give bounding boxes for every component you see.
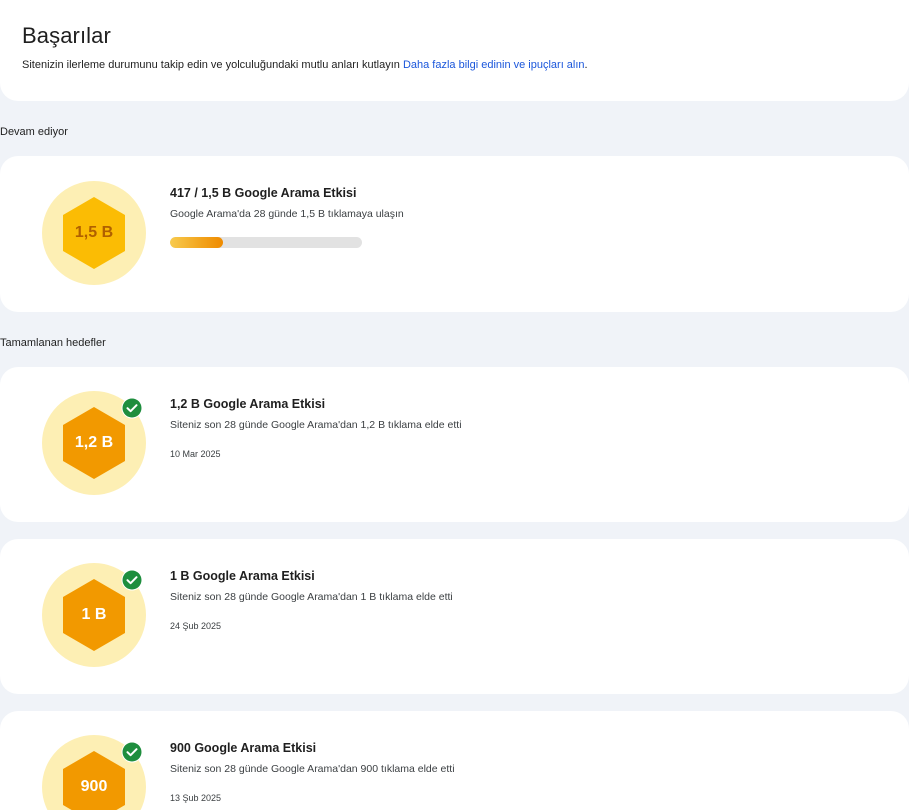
achievement-description: Google Arama'da 28 günde 1,5 B tıklamaya…	[170, 208, 404, 220]
achievement-title: 1,2 B Google Arama Etkisi	[170, 397, 326, 411]
achievement-description: Siteniz son 28 günde Google Arama'dan 90…	[170, 763, 455, 775]
achievement-card: 1 B 1 B Google Arama Etkisi Siteniz son …	[0, 539, 909, 694]
badge-label: 1,5 B	[74, 224, 114, 241]
achievement-date: 10 Mar 2025	[170, 449, 221, 459]
progress-bar-fill	[170, 237, 224, 248]
achievement-date: 24 Şub 2025	[170, 621, 222, 631]
section-label-completed: Tamamlanan hedefler	[0, 337, 106, 349]
subtitle-text: Sitenizin ilerleme durumunu takip edin v…	[22, 59, 403, 71]
achievement-card: 900 900 Google Arama Etkisi Siteniz son …	[0, 711, 909, 810]
achievement-title: 900 Google Arama Etkisi	[170, 741, 317, 755]
section-label-in-progress: Devam ediyor	[0, 126, 68, 138]
achievement-title: 1 B Google Arama Etkisi	[170, 569, 315, 583]
check-circle-icon	[121, 569, 143, 591]
achievement-date: 13 Şub 2025	[170, 793, 222, 803]
progress-bar	[170, 237, 362, 248]
achievement-card: 1,2 B 1,2 B Google Arama Etkisi Siteniz …	[0, 367, 909, 522]
achievement-description: Siteniz son 28 günde Google Arama'dan 1,…	[170, 419, 462, 431]
subtitle-end: .	[584, 59, 588, 71]
achievement-description: Siteniz son 28 günde Google Arama'dan 1 …	[170, 591, 453, 603]
learn-more-link[interactable]: Daha fazla bilgi edinin ve ipuçları alın	[403, 59, 585, 71]
achievement-card-in-progress: 1,5 B 417 / 1,5 B Google Arama Etkisi Go…	[0, 156, 909, 312]
badge-in-progress: 1,5 B	[42, 181, 146, 285]
page-title: Başarılar	[22, 23, 111, 48]
achievement-title: 417 / 1,5 B Google Arama Etkisi	[170, 186, 357, 200]
check-circle-icon	[121, 741, 143, 763]
check-circle-icon	[121, 397, 143, 419]
header-card: Başarılar Sitenizin ilerleme durumunu ta…	[0, 0, 909, 101]
page-subtitle: Sitenizin ilerleme durumunu takip edin v…	[22, 59, 588, 71]
